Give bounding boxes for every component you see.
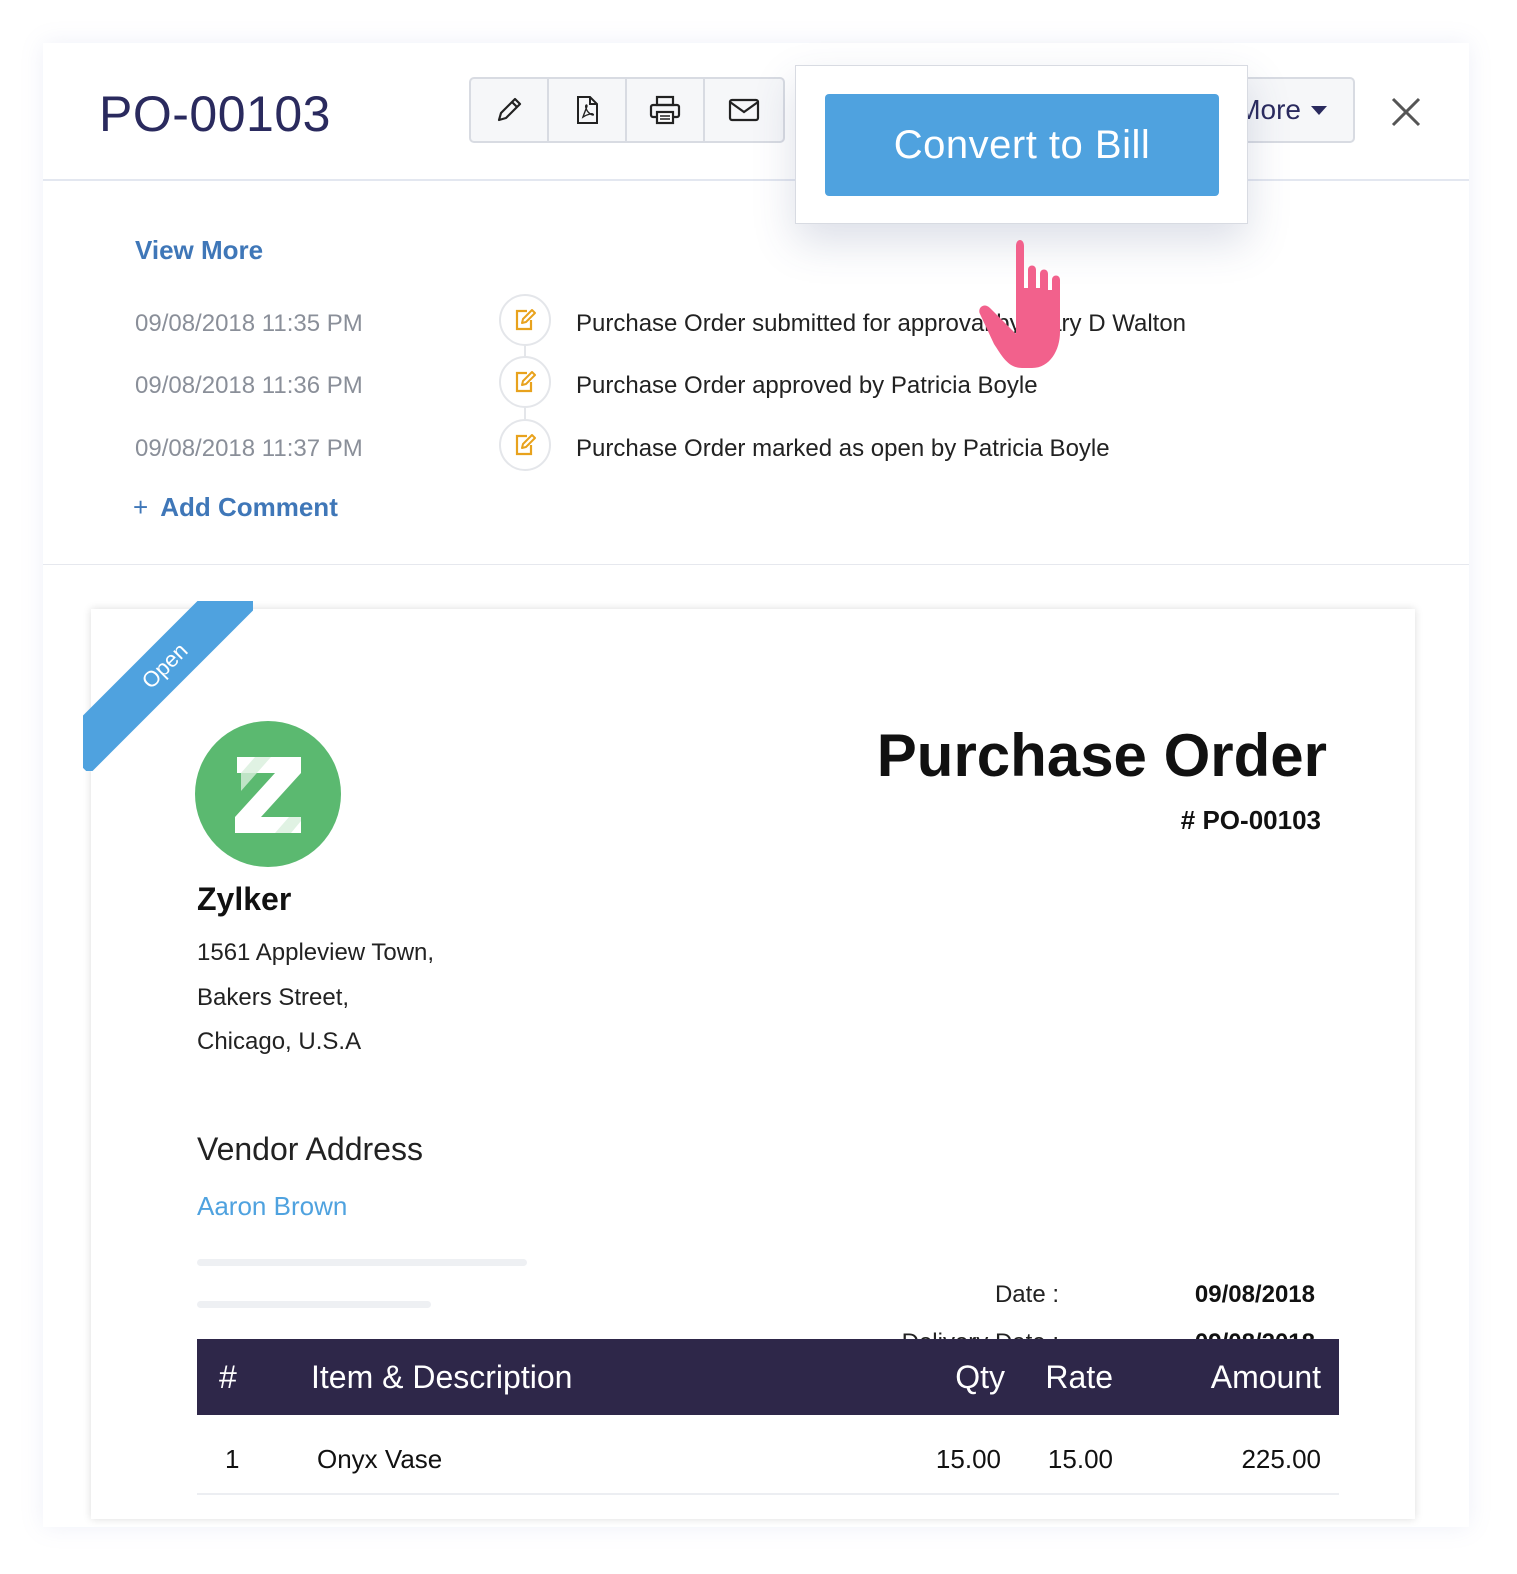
printer-icon xyxy=(649,95,681,125)
add-comment-label: Add Comment xyxy=(160,492,338,522)
purchase-order-panel: PO-00103 More View More 09/08/2018 11:35… xyxy=(43,43,1469,1527)
activity-icon-circle xyxy=(499,419,551,471)
edit-note-icon xyxy=(515,371,536,393)
row-item: Onyx Vase xyxy=(317,1444,443,1474)
print-button[interactable] xyxy=(627,79,705,141)
edit-note-icon xyxy=(515,309,536,331)
company-logo xyxy=(195,721,341,867)
date-label: Date : xyxy=(994,1281,1059,1308)
column-header-qty: Qty xyxy=(955,1359,1005,1395)
row-rate: 15.00 xyxy=(1047,1444,1113,1474)
vendor-name-link[interactable]: Aaron Brown xyxy=(197,1191,347,1222)
activity-text: Purchase Order marked as open by Patrici… xyxy=(576,435,1110,462)
company-address-line: Chicago, U.S.A xyxy=(197,1028,362,1055)
pdf-button[interactable] xyxy=(549,79,627,141)
table-row: 1 Onyx Vase 15.00 15.00 225.00 xyxy=(197,1423,1339,1495)
date-value: 09/08/2018 xyxy=(1194,1281,1315,1308)
convert-popup: Convert to Bill xyxy=(795,65,1248,224)
close-icon[interactable] xyxy=(1389,95,1423,129)
activity-text: Purchase Order submitted for approval by… xyxy=(576,310,1187,337)
purchase-order-document: Open Zylker 1561 Appleview Town, Bakers … xyxy=(83,601,1415,1519)
section-divider xyxy=(43,564,1469,565)
row-qty: 15.00 xyxy=(935,1444,1001,1474)
activity-text: Purchase Order approved by Patricia Boyl… xyxy=(576,372,1038,399)
row-amount: 225.00 xyxy=(1241,1444,1321,1474)
activity-timestamp: 09/08/2018 11:35 PM xyxy=(135,310,363,337)
activity-icon-circle xyxy=(499,294,551,346)
activity-item: 09/08/2018 11:36 PM Purchase Order appro… xyxy=(43,356,1469,430)
plus-icon: + xyxy=(133,492,149,522)
items-table-header: # Item & Description Qty Rate Amount xyxy=(197,1339,1339,1415)
pointer-hand-icon xyxy=(979,240,1060,368)
panel-header: PO-00103 More xyxy=(43,43,1469,181)
company-address-line: 1561 Appleview Town, xyxy=(197,939,435,966)
email-button[interactable] xyxy=(705,79,783,141)
activity-item: 09/08/2018 11:37 PM Purchase Order marke… xyxy=(43,419,1469,493)
envelope-icon xyxy=(728,98,760,122)
document-number: # PO-00103 xyxy=(1180,805,1321,835)
company-name: Zylker xyxy=(197,881,292,917)
column-header-item: Item & Description xyxy=(311,1359,573,1395)
z-logo-icon xyxy=(235,757,301,833)
edit-button[interactable] xyxy=(471,79,549,141)
view-more-link[interactable]: View More xyxy=(135,235,263,266)
edit-note-icon xyxy=(515,434,536,456)
column-header-number: # xyxy=(219,1359,237,1395)
placeholder-line xyxy=(197,1259,527,1266)
activity-item: 09/08/2018 11:35 PM Purchase Order submi… xyxy=(43,294,1469,368)
activity-timestamp: 09/08/2018 11:37 PM xyxy=(135,435,363,462)
document-title: Purchase Order xyxy=(876,722,1327,789)
placeholder-line xyxy=(197,1301,431,1308)
activity-timestamp: 09/08/2018 11:36 PM xyxy=(135,372,363,399)
add-comment-link[interactable]: + Add Comment xyxy=(133,492,338,523)
convert-to-bill-button[interactable]: Convert to Bill xyxy=(825,94,1219,196)
company-address-line: Bakers Street, xyxy=(197,984,350,1011)
caret-down-icon xyxy=(1311,105,1327,115)
column-header-amount: Amount xyxy=(1210,1359,1321,1395)
pencil-icon xyxy=(497,97,522,122)
page-title: PO-00103 xyxy=(99,86,331,142)
column-header-rate: Rate xyxy=(1045,1359,1113,1395)
pdf-icon xyxy=(577,96,598,124)
action-toolbar xyxy=(469,77,785,143)
row-number: 1 xyxy=(225,1444,240,1474)
activity-icon-circle xyxy=(499,356,551,408)
vendor-address-heading: Vendor Address xyxy=(197,1131,423,1167)
